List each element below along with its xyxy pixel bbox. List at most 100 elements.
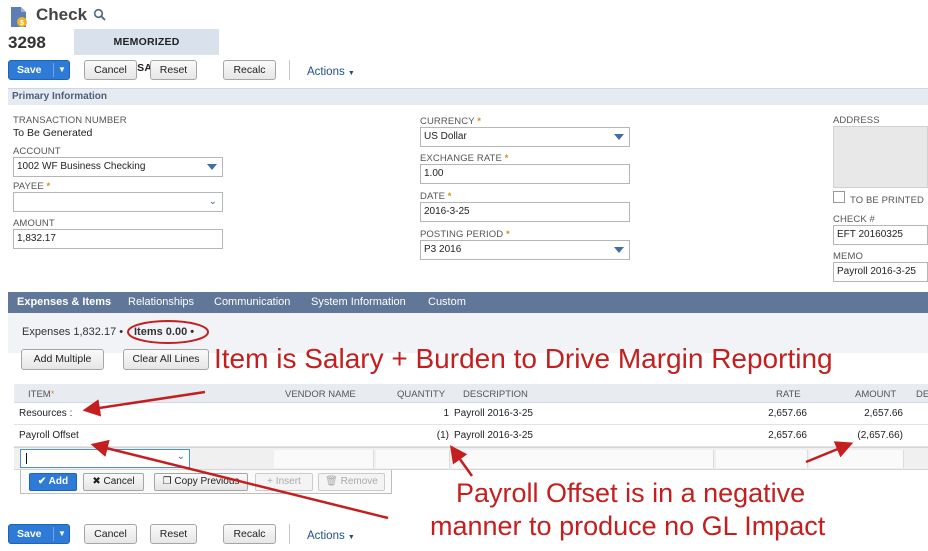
save-button-label: Save xyxy=(17,528,42,540)
add-line-button[interactable]: ✔ Add xyxy=(29,473,77,491)
payee-double-chevron-icon: ⌄ xyxy=(208,196,217,207)
amount-input[interactable]: 1,832.17 xyxy=(13,229,223,249)
table-row[interactable]: Resources : 1 Payroll 2016-3-25 2,657.66… xyxy=(14,403,928,425)
column-amount: AMOUNT xyxy=(855,389,897,400)
actions-chevron-icon: ▼ xyxy=(347,534,355,541)
row-rate: 2,657.66 xyxy=(768,408,807,419)
memorized-transaction-badge: MEMORIZED TRANSACTION xyxy=(74,29,219,74)
exchange-rate-value: 1.00 xyxy=(424,168,444,179)
insert-icon: + xyxy=(267,476,274,487)
quantity-cell-input[interactable] xyxy=(376,450,450,468)
memo-value: Payroll 2016-3-25 xyxy=(837,266,916,277)
reset-button-bottom[interactable]: Reset xyxy=(150,524,197,544)
clear-all-lines-button[interactable]: Clear All Lines xyxy=(123,349,209,370)
date-label: DATE * xyxy=(420,191,452,202)
to-be-printed-checkbox[interactable] xyxy=(833,191,845,203)
items-grid-header: ITEM* VENDOR NAME QUANTITY DESCRIPTION R… xyxy=(14,384,928,403)
account-value: 1002 WF Business Checking xyxy=(17,161,146,172)
date-value: 2016-3-25 xyxy=(424,206,470,217)
save-menu-chevron-icon[interactable]: ▼ xyxy=(58,525,66,543)
currency-select[interactable]: US Dollar xyxy=(420,127,630,147)
tab-relationships[interactable]: Relationships xyxy=(128,296,194,308)
tab-expenses-items[interactable]: Expenses & Items xyxy=(17,296,111,308)
remove-line-button[interactable]: 🗑 Remove xyxy=(318,473,385,491)
account-select[interactable]: 1002 WF Business Checking xyxy=(13,157,223,177)
line-action-buttons: ✔ Add ✖ Cancel ❐ Copy Previous + Insert … xyxy=(20,470,392,494)
posting-period-select[interactable]: P3 2016 xyxy=(420,240,630,260)
transaction-number-value: To Be Generated xyxy=(13,127,93,139)
memo-input[interactable]: Payroll 2016-3-25 xyxy=(833,262,928,282)
insert-line-button[interactable]: + Insert xyxy=(255,473,313,491)
currency-dropdown-icon xyxy=(614,134,624,140)
search-icon[interactable] xyxy=(93,8,107,22)
memo-label: MEMO xyxy=(833,251,863,262)
annotation-offset-line1: Payroll Offset is in a negative xyxy=(456,478,806,508)
exchange-rate-label: EXCHANGE RATE * xyxy=(420,153,509,164)
row-quantity: (1) xyxy=(436,430,449,441)
check-number-value: EFT 20160325 xyxy=(837,229,903,240)
cancel-line-button[interactable]: ✖ Cancel xyxy=(83,473,144,491)
tab-communication[interactable]: Communication xyxy=(214,296,290,308)
row-amount: (2,657.66) xyxy=(857,430,903,441)
tab-system-information[interactable]: System Information xyxy=(311,296,406,308)
save-divider xyxy=(53,63,54,77)
cancel-button[interactable]: Cancel xyxy=(84,60,137,80)
exchange-rate-input[interactable]: 1.00 xyxy=(420,164,630,184)
vendor-cell-input[interactable] xyxy=(274,450,374,468)
row-item: Payroll Offset xyxy=(19,430,79,441)
column-department: DE xyxy=(916,389,928,400)
check-number-input[interactable]: EFT 20160325 xyxy=(833,225,928,245)
copy-previous-button[interactable]: ❐ Copy Previous xyxy=(154,473,248,491)
posting-period-value: P3 2016 xyxy=(424,244,462,255)
close-icon: ✖ xyxy=(92,476,101,487)
annotation-offset-line2: manner to produce no GL Impact xyxy=(430,511,826,541)
column-item: ITEM* xyxy=(28,389,55,400)
subtab-expenses[interactable]: Expenses 1,832.17 • xyxy=(22,326,123,338)
trash-icon: 🗑 xyxy=(325,476,338,487)
row-amount: 2,657.66 xyxy=(864,408,903,419)
actions-menu[interactable]: Actions ▼ xyxy=(307,66,355,78)
date-input[interactable]: 2016-3-25 xyxy=(420,202,630,222)
item-select-input[interactable]: ⌄ xyxy=(20,449,190,468)
subtab-items[interactable]: Items 0.00 • xyxy=(134,326,194,338)
column-description: DESCRIPTION xyxy=(463,389,528,400)
text-cursor xyxy=(26,453,27,464)
currency-label: CURRENCY * xyxy=(420,116,482,127)
recalc-button[interactable]: Recalc xyxy=(223,60,276,80)
address-box[interactable] xyxy=(833,126,928,188)
currency-value: US Dollar xyxy=(424,131,467,142)
cancel-button-bottom[interactable]: Cancel xyxy=(84,524,137,544)
svg-text:$: $ xyxy=(20,20,24,27)
record-number: 3298 xyxy=(8,33,46,52)
payee-select[interactable]: ⌄ xyxy=(13,192,223,212)
rate-cell-input[interactable] xyxy=(716,450,808,468)
section-title: Primary Information xyxy=(12,91,108,102)
row-item: Resources : xyxy=(19,408,73,419)
actions-menu-bottom[interactable]: Actions ▼ xyxy=(307,530,355,542)
reset-button[interactable]: Reset xyxy=(150,60,197,80)
row-rate: 2,657.66 xyxy=(768,430,807,441)
payee-label: PAYEE * xyxy=(13,181,51,192)
item-double-chevron-icon[interactable]: ⌄ xyxy=(177,451,185,462)
tab-custom[interactable]: Custom xyxy=(428,296,466,308)
posting-period-label: POSTING PERIOD * xyxy=(420,229,510,240)
recalc-button-bottom[interactable]: Recalc xyxy=(223,524,276,544)
account-dropdown-icon xyxy=(207,164,217,170)
actions-label: Actions xyxy=(307,66,345,78)
row-quantity: 1 xyxy=(443,408,449,419)
save-button-bottom[interactable]: Save ▼ xyxy=(8,524,70,544)
table-row[interactable]: Payroll Offset (1) Payroll 2016-3-25 2,6… xyxy=(14,425,928,447)
amount-cell-input[interactable] xyxy=(810,450,904,468)
add-multiple-button[interactable]: Add Multiple xyxy=(21,349,104,370)
posting-period-dropdown-icon xyxy=(614,247,624,253)
to-be-printed-label: TO BE PRINTED xyxy=(850,195,924,206)
save-menu-chevron-icon[interactable]: ▼ xyxy=(58,61,66,79)
column-quantity: QUANTITY xyxy=(397,389,446,400)
annotation-item-salary: Item is Salary + Burden to Drive Margin … xyxy=(214,343,833,374)
primary-information-header[interactable]: Primary Information xyxy=(8,88,928,105)
check-icon: ✔ xyxy=(37,476,47,487)
description-cell-input[interactable] xyxy=(452,450,714,468)
actions-label: Actions xyxy=(307,530,345,542)
save-button[interactable]: Save ▼ xyxy=(8,60,70,80)
amount-value: 1,832.17 xyxy=(17,233,56,244)
